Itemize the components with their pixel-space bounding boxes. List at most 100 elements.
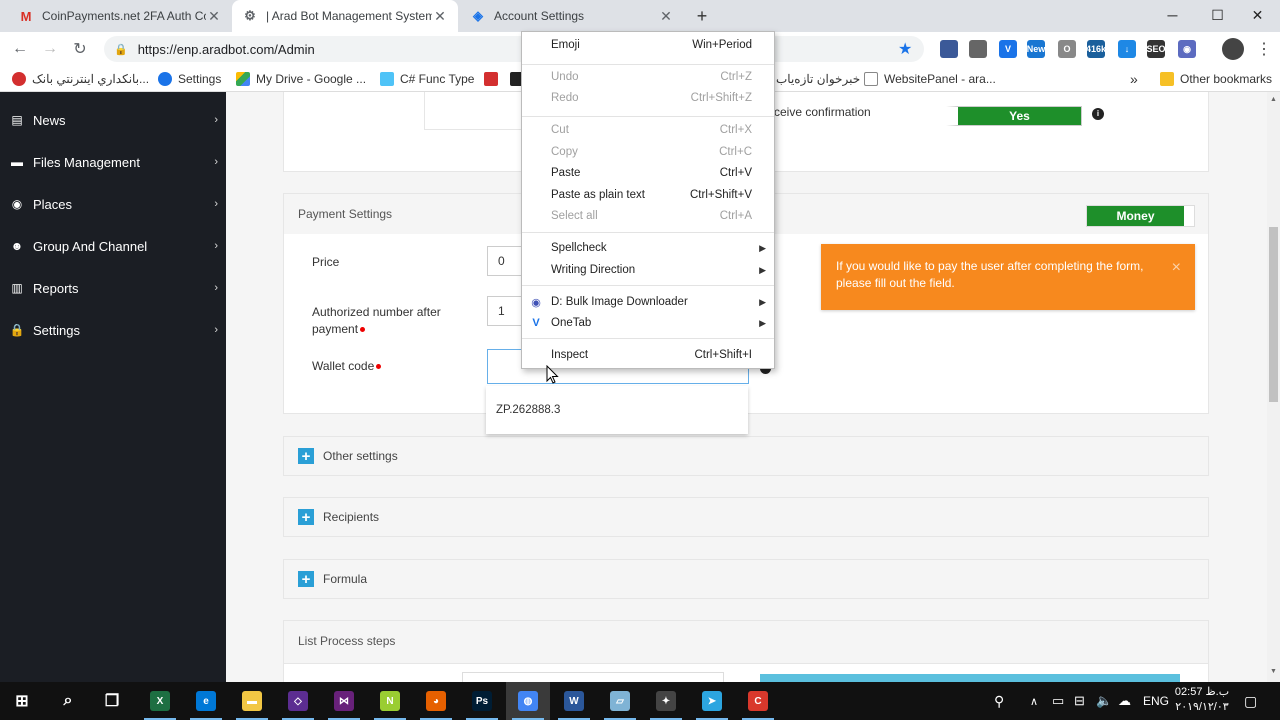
notifications-icon[interactable]: ▢	[1244, 682, 1257, 720]
bookmark-drive[interactable]: My Drive - Google ...	[236, 70, 366, 88]
windows-start-taskbar-button[interactable]: ⊞	[0, 682, 44, 720]
sidebar-item-reports[interactable]: ▥ Reports ›	[0, 268, 226, 308]
info-icon[interactable]: i	[1092, 108, 1104, 120]
search-taskbar-button[interactable]: ⌕	[46, 682, 90, 720]
menu-icon[interactable]: ⋮	[1256, 39, 1272, 59]
tab-coinpayments[interactable]: M CoinPayments.net 2FA Auth Code ✕	[8, 0, 232, 32]
tray-expand-icon[interactable]: ∧	[1030, 682, 1038, 720]
menu-item-emoji[interactable]: Emoji Win+Period	[522, 34, 774, 56]
sidebar-item-news[interactable]: ▤ News ›	[0, 100, 226, 140]
formula-header[interactable]: + Formula	[283, 559, 1209, 599]
onetab-ext-icon[interactable]: V	[999, 40, 1017, 58]
excel-taskbar-button[interactable]: X	[138, 682, 182, 720]
menu-separator	[522, 338, 774, 339]
visual-studio-code-taskbar-button[interactable]: ◇	[276, 682, 320, 720]
volume-icon[interactable]: 🔈	[1096, 682, 1112, 720]
clock[interactable]: 02:57 ب.ظ ۲۰۱۹/۱۲/۰۳	[1172, 685, 1232, 715]
alert-close-icon[interactable]: ×	[1172, 259, 1181, 276]
back-button[interactable]: ←	[9, 38, 31, 60]
menu-label: D: Bulk Image Downloader	[551, 296, 688, 308]
menu-item-paste[interactable]: Paste Ctrl+V	[522, 162, 774, 184]
menu-item-bulk-image-downloader[interactable]: ◉ D: Bulk Image Downloader ▶	[522, 291, 774, 313]
photoshop-taskbar-button[interactable]: Ps	[460, 682, 504, 720]
bookmark-red[interactable]	[484, 70, 504, 88]
red-app-taskbar-button[interactable]: C	[736, 682, 780, 720]
menu-item-onetab[interactable]: V OneTab ▶	[522, 312, 774, 334]
bookmark-websitepanel[interactable]: WebsitePanel - ara...	[864, 70, 996, 88]
lock-ext-icon[interactable]: 416k	[1086, 40, 1106, 58]
notepad-plus-taskbar-button[interactable]: N	[368, 682, 412, 720]
chevron-right-icon: ›	[214, 156, 218, 168]
bookmarks-more-button[interactable]: »	[1130, 70, 1138, 88]
bookmark-bank[interactable]: بانکداري اينترنتي بانک...	[12, 70, 149, 88]
notepad-taskbar-button[interactable]: ▱	[598, 682, 642, 720]
menu-item-paste-plain[interactable]: Paste as plain text Ctrl+Shift+V	[522, 184, 774, 206]
language-indicator[interactable]: ENG	[1143, 682, 1169, 720]
page-scrollbar[interactable]: ▲ ▼	[1267, 92, 1280, 682]
network-icon[interactable]: ▭	[1052, 682, 1064, 720]
scroll-down-icon[interactable]: ▼	[1270, 668, 1277, 675]
tool-taskbar-button[interactable]: ✦	[644, 682, 688, 720]
pen-ext-icon[interactable]	[969, 40, 987, 58]
book-ext-icon[interactable]	[940, 40, 958, 58]
firefox-taskbar-button[interactable]: ◕	[414, 682, 458, 720]
profile-avatar[interactable]	[1222, 38, 1244, 60]
download-ext-icon[interactable]: ↓	[1118, 40, 1136, 58]
window-close-button[interactable]: ✕	[1235, 0, 1280, 30]
autocomplete-suggestion[interactable]: ZP.262888.3	[496, 404, 560, 416]
circle-ext-icon[interactable]: O	[1058, 40, 1076, 58]
url-text[interactable]: https://enp.aradbot.com/Admin	[138, 42, 315, 57]
bookmark-star-icon[interactable]: ★	[898, 39, 912, 59]
task-view-taskbar-button[interactable]: ❐	[90, 682, 134, 720]
wallet-label-text: Wallet code	[312, 359, 375, 373]
edge-taskbar-button[interactable]: e	[184, 682, 228, 720]
menu-item-inspect[interactable]: Inspect Ctrl+Shift+I	[522, 344, 774, 366]
recipients-header[interactable]: + Recipients	[283, 497, 1209, 537]
bookmark-csharp[interactable]: C# Func Type	[380, 70, 474, 88]
bookmark-settings[interactable]: Settings	[158, 70, 221, 88]
close-tab-icon[interactable]: ✕	[206, 8, 222, 25]
process-button[interactable]	[760, 674, 1180, 682]
word-taskbar-button[interactable]: W	[552, 682, 596, 720]
process-input[interactable]	[462, 672, 724, 682]
reload-button[interactable]: ↻	[69, 38, 91, 60]
receive-confirmation-toggle[interactable]: Yes	[946, 106, 1082, 126]
menu-separator	[522, 285, 774, 286]
sidebar: ▤ News › ▬ Files Management › ◉ Places › ☻ Grou…	[0, 92, 226, 682]
cloud-icon[interactable]: ☁	[1118, 682, 1131, 720]
tab-account-settings[interactable]: ◈ Account Settings ✕	[460, 0, 684, 32]
other-settings-header[interactable]: + Other settings	[283, 436, 1209, 476]
sidebar-item-files[interactable]: ▬ Files Management ›	[0, 142, 226, 182]
menu-label: Writing Direction	[551, 264, 636, 276]
visual-studio-taskbar-button[interactable]: ⋈	[322, 682, 366, 720]
close-tab-icon[interactable]: ✕	[658, 8, 674, 25]
bookmark-label: C# Func Type	[400, 72, 475, 86]
forward-button[interactable]: →	[39, 38, 61, 60]
close-tab-icon[interactable]: ✕	[432, 8, 448, 25]
list-process-steps-title: List Process steps	[298, 634, 396, 648]
folder-icon	[1160, 72, 1174, 86]
bookmark-rss[interactable]: خبرخوان تازه‌یاب	[776, 70, 860, 88]
tab-arad-bot[interactable]: ⚙ | Arad Bot Management System ✕	[232, 0, 458, 32]
telegram-taskbar-button[interactable]: ➤	[690, 682, 734, 720]
money-toggle[interactable]: Money	[1086, 205, 1195, 227]
people-icon[interactable]: ⚲	[994, 682, 1004, 720]
news-ext-icon[interactable]: New	[1027, 40, 1045, 58]
new-tab-button[interactable]: +	[692, 6, 712, 26]
target-ext-icon[interactable]: ◉	[1178, 40, 1196, 58]
seo-ext-icon[interactable]: SEO	[1147, 40, 1166, 58]
sidebar-item-places[interactable]: ◉ Places ›	[0, 184, 226, 224]
sidebar-item-group-channel[interactable]: ☻ Group And Channel ›	[0, 226, 226, 266]
scroll-up-icon[interactable]: ▲	[1270, 96, 1277, 103]
ethernet-icon[interactable]: ⊟	[1074, 682, 1085, 720]
address-bar[interactable]: 🔒 https://enp.aradbot.com/Admin	[104, 36, 924, 62]
minimize-button[interactable]: ─	[1150, 0, 1195, 30]
file-explorer-taskbar-button[interactable]: ▬	[230, 682, 274, 720]
other-bookmarks[interactable]: Other bookmarks	[1160, 70, 1272, 88]
chrome-taskbar-button[interactable]: ◍	[506, 682, 550, 720]
menu-item-spellcheck[interactable]: Spellcheck ▶	[522, 237, 774, 259]
menu-item-writing-direction[interactable]: Writing Direction ▶	[522, 259, 774, 281]
maximize-button[interactable]: ☐	[1195, 0, 1240, 30]
sidebar-item-settings[interactable]: 🔒 Settings ›	[0, 310, 226, 350]
scrollbar-thumb[interactable]	[1269, 227, 1278, 402]
